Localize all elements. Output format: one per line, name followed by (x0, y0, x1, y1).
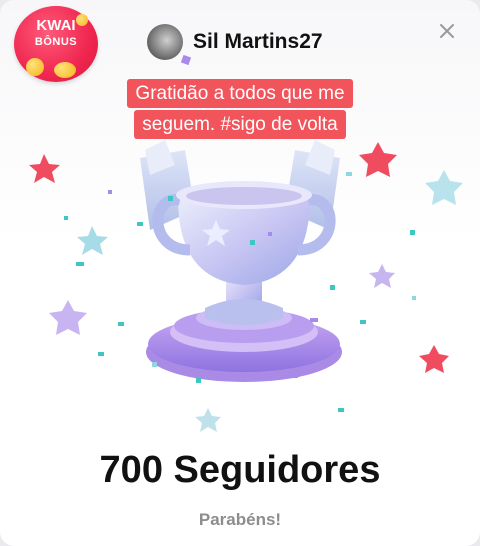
coin-icon (54, 62, 76, 78)
celebration-card: KWAI BÔNUS Sil Martins27 Gratidão a todo… (0, 0, 480, 546)
achievement-subtitle: Parabéns! (198, 510, 282, 529)
kwai-bonus-badge[interactable]: KWAI BÔNUS (14, 6, 98, 82)
username[interactable]: Sil Martins27 (193, 30, 323, 54)
coin-icon (26, 58, 44, 76)
trophy-icon (152, 181, 336, 325)
star-lavender (49, 300, 87, 335)
star-teal (195, 408, 221, 432)
message-text: Gratidão a todos que me seguem. #sigo de… (127, 79, 353, 139)
badge-line2: BÔNUS (34, 36, 78, 48)
close-icon[interactable] (436, 20, 458, 42)
achievement-title: 700 Seguidores (99, 449, 381, 491)
star-red (419, 345, 449, 373)
badge-line1: KWAI (36, 17, 76, 34)
message-banner: Gratidão a todos que me seguem. #sigo de… (124, 78, 356, 140)
star-teal (77, 226, 108, 255)
star-red (359, 142, 397, 177)
badge-label: KWAI BÔNUS (14, 18, 98, 50)
avatar[interactable] (147, 24, 183, 60)
star-lavender (369, 264, 395, 288)
star-teal (425, 170, 463, 205)
star-red (29, 154, 60, 183)
